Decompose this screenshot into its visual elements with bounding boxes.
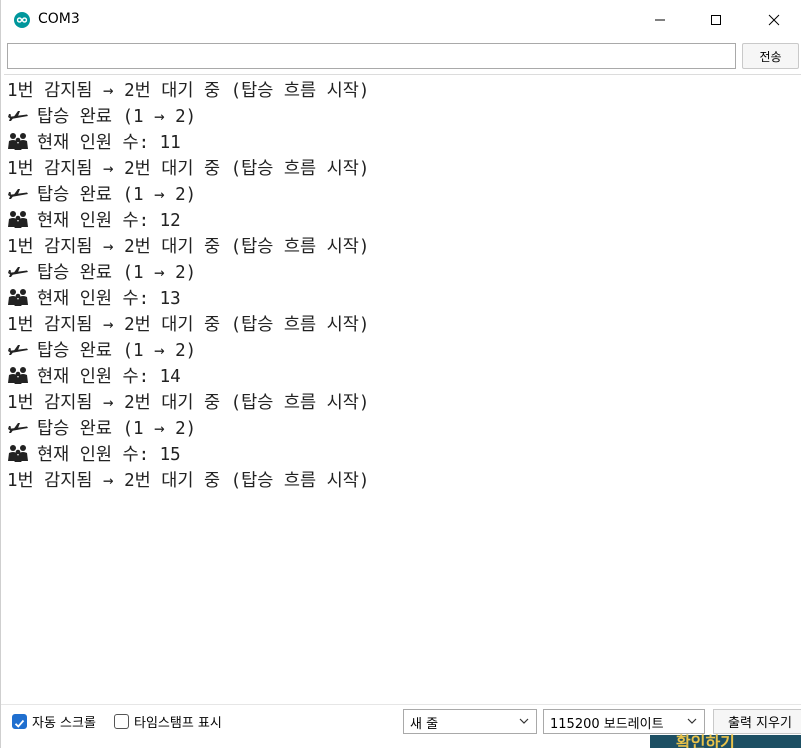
title-bar[interactable]: COM3 (1, 0, 801, 40)
output-line: 1번 감지됨 → 2번 대기 중 (탑승 흐름 시작) (7, 78, 369, 104)
output-line-text: 탑승 완료 (1 → 2) (37, 107, 197, 127)
people-icon (7, 443, 29, 463)
airplane-icon (7, 105, 29, 125)
output-line: 현재 인원 수: 12 (7, 208, 181, 234)
send-input[interactable] (7, 43, 736, 69)
output-line-text: 1번 감지됨 → 2번 대기 중 (탑승 흐름 시작) (7, 315, 370, 335)
close-button[interactable] (746, 0, 801, 40)
timestamp-checkbox[interactable] (114, 714, 129, 729)
timestamp-label[interactable]: 타임스탬프 표시 (134, 712, 222, 731)
chevron-down-icon (687, 718, 697, 724)
output-line-text: 탑승 완료 (1 → 2) (37, 419, 197, 439)
output-line-text: 1번 감지됨 → 2번 대기 중 (탑승 흐름 시작) (7, 237, 370, 257)
output-line: 1번 감지됨 → 2번 대기 중 (탑승 흐름 시작) (7, 234, 369, 260)
output-line: 현재 인원 수: 15 (7, 442, 181, 468)
airplane-icon (7, 183, 29, 203)
output-line: 탑승 완료 (1 → 2) (7, 104, 196, 130)
send-row: 전송 (1, 40, 801, 74)
output-line: 탑승 완료 (1 → 2) (7, 260, 196, 286)
output-line: 탑승 완료 (1 → 2) (7, 338, 196, 364)
airplane-icon (7, 261, 29, 281)
airplane-icon (7, 417, 29, 437)
output-line-text: 1번 감지됨 → 2번 대기 중 (탑승 흐름 시작) (7, 159, 370, 179)
people-icon (7, 131, 29, 151)
output-line: 1번 감지됨 → 2번 대기 중 (탑승 흐름 시작) (7, 156, 369, 182)
send-button[interactable]: 전송 (742, 43, 799, 69)
output-line: 1번 감지됨 → 2번 대기 중 (탑승 흐름 시작) (7, 312, 369, 338)
people-icon (7, 365, 29, 385)
output-line-text: 탑승 완료 (1 → 2) (37, 341, 197, 361)
autoscroll-label[interactable]: 자동 스크롤 (32, 712, 96, 731)
maximize-icon (711, 15, 721, 25)
output-line-text: 현재 인원 수: 13 (37, 289, 181, 309)
output-line-text: 현재 인원 수: 11 (37, 133, 181, 153)
chevron-down-icon (519, 718, 529, 724)
people-icon (7, 287, 29, 307)
arduino-icon (14, 12, 30, 28)
output-line-text: 현재 인원 수: 14 (37, 367, 181, 387)
serial-monitor-window: COM3 전송 1번 감지됨 → 2번 대기 중 (탑승 흐름 시작) 탑승 완료… (0, 0, 801, 748)
baud-rate-value: 115200 보드레이트 (550, 717, 664, 732)
people-icon (7, 209, 29, 229)
checkmark-icon (14, 719, 25, 728)
output-line: 현재 인원 수: 11 (7, 130, 181, 156)
background-window-text: 확인하기 (676, 733, 735, 748)
minimize-icon (655, 19, 665, 21)
window-title: COM3 (38, 11, 80, 27)
airplane-icon (7, 339, 29, 359)
output-line: 1번 감지됨 → 2번 대기 중 (탑승 흐름 시작) (7, 390, 369, 416)
output-line-text: 1번 감지됨 → 2번 대기 중 (탑승 흐름 시작) (7, 471, 370, 491)
output-line-text: 현재 인원 수: 12 (37, 211, 181, 231)
output-line: 현재 인원 수: 14 (7, 364, 181, 390)
minimize-button[interactable] (632, 0, 688, 40)
output-line: 1번 감지됨 → 2번 대기 중 (탑승 흐름 시작) (7, 468, 369, 494)
output-line-text: 현재 인원 수: 15 (37, 445, 181, 465)
maximize-button[interactable] (688, 0, 744, 40)
serial-output[interactable]: 1번 감지됨 → 2번 대기 중 (탑승 흐름 시작) 탑승 완료 (1 → 2)… (4, 74, 801, 704)
autoscroll-checkbox[interactable] (12, 714, 27, 729)
output-line-text: 탑승 완료 (1 → 2) (37, 185, 197, 205)
line-ending-value: 새 줄 (410, 717, 439, 732)
close-icon (768, 14, 780, 26)
output-line-text: 탑승 완료 (1 → 2) (37, 263, 197, 283)
output-line: 탑승 완료 (1 → 2) (7, 182, 196, 208)
output-line: 현재 인원 수: 13 (7, 286, 181, 312)
line-ending-select[interactable]: 새 줄 (403, 709, 537, 734)
output-line: 탑승 완료 (1 → 2) (7, 416, 196, 442)
output-line-text: 1번 감지됨 → 2번 대기 중 (탑승 흐름 시작) (7, 81, 370, 101)
output-line-text: 1번 감지됨 → 2번 대기 중 (탑승 흐름 시작) (7, 393, 370, 413)
